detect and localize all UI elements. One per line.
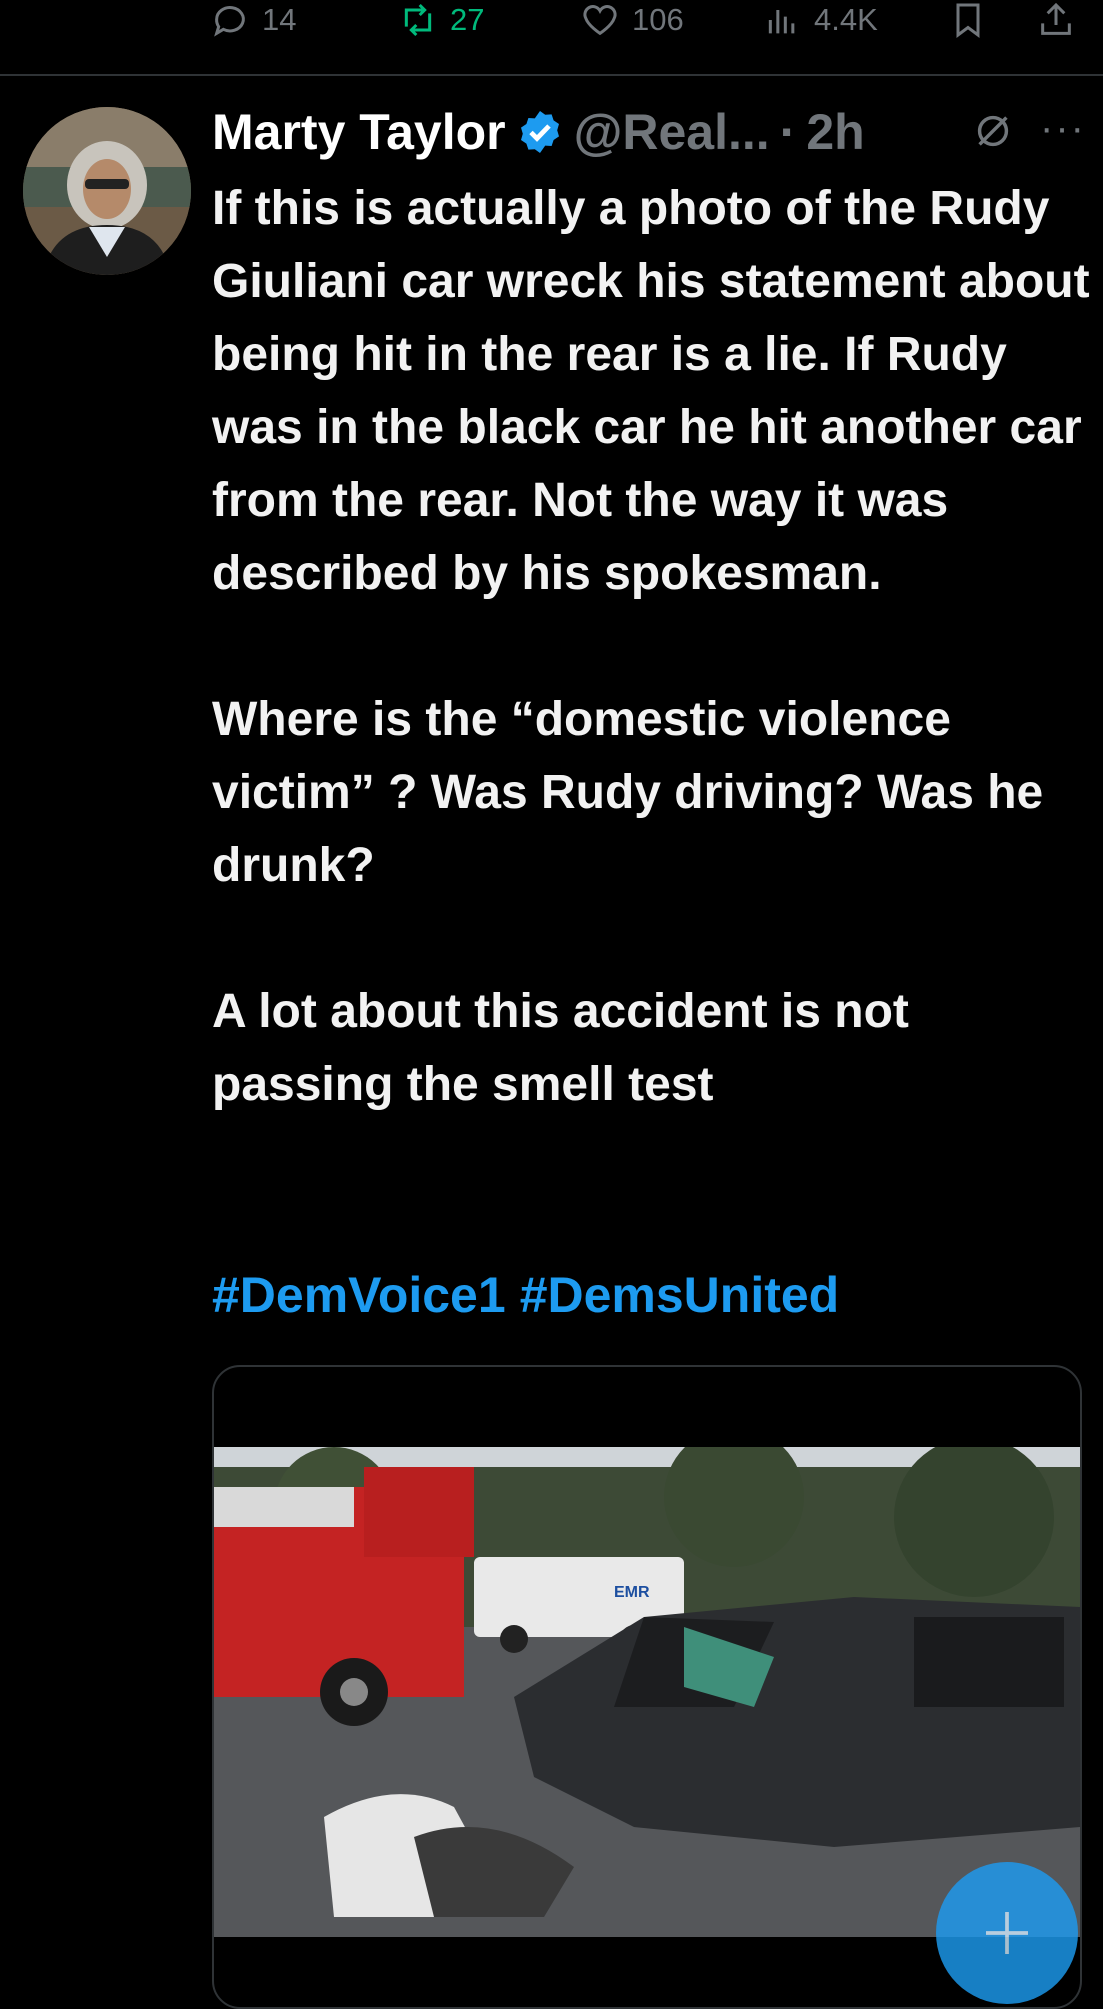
hashtag-link[interactable]: #DemsUnited [520,1267,840,1323]
like-button[interactable]: 106 [580,0,684,40]
car-wreck-photo: EMR [214,1447,1080,1937]
tweet-body: If this is actually a photo of the Rudy … [212,172,1092,1121]
tweet-time[interactable]: 2h [806,103,864,161]
heart-icon [583,5,617,36]
more-icon[interactable]: ··· [1040,108,1086,148]
like-count: 106 [632,2,684,37]
share-icon [1041,2,1071,35]
tweet-paragraph-1: If this is actually a photo of the Rudy … [212,182,1090,600]
verified-badge-icon [516,108,564,156]
ambulance-text: EMR [614,1584,650,1601]
retweet-count: 27 [450,2,485,37]
author-name[interactable]: Marty Taylor [212,103,506,161]
bookmark-icon [956,3,980,38]
views-button[interactable]: 4.4K [762,0,878,40]
compose-button[interactable] [936,1862,1078,2004]
views-icon [768,10,795,34]
views-count: 4.4K [814,2,878,37]
tweet-paragraph-2: Where is the “domestic violence victim” … [212,693,1044,892]
plus-icon [986,1912,1028,1954]
tweet-paragraph-3: A lot about this accident is not passing… [212,985,909,1111]
separator-dot: · [779,104,797,160]
reply-button[interactable]: 14 [210,0,296,40]
previous-tweet-action-bar: 14 27 106 4.4K [0,0,1103,76]
tweet-header: Marty Taylor @Real... · 2h [212,100,865,164]
reply-count: 14 [262,2,297,37]
avatar[interactable] [23,107,191,275]
grok-icon[interactable] [970,108,1016,154]
bookmark-button[interactable] [948,0,988,40]
hashtags: #DemVoice1 #DemsUnited [212,1266,853,1324]
retweet-button[interactable]: 27 [398,0,484,40]
share-button[interactable] [1036,0,1076,40]
hashtag-link[interactable]: #DemVoice1 [212,1267,506,1323]
author-handle[interactable]: @Real... [574,103,770,161]
reply-icon [214,6,245,37]
retweet-icon [404,3,432,37]
avatar-image [23,107,191,275]
